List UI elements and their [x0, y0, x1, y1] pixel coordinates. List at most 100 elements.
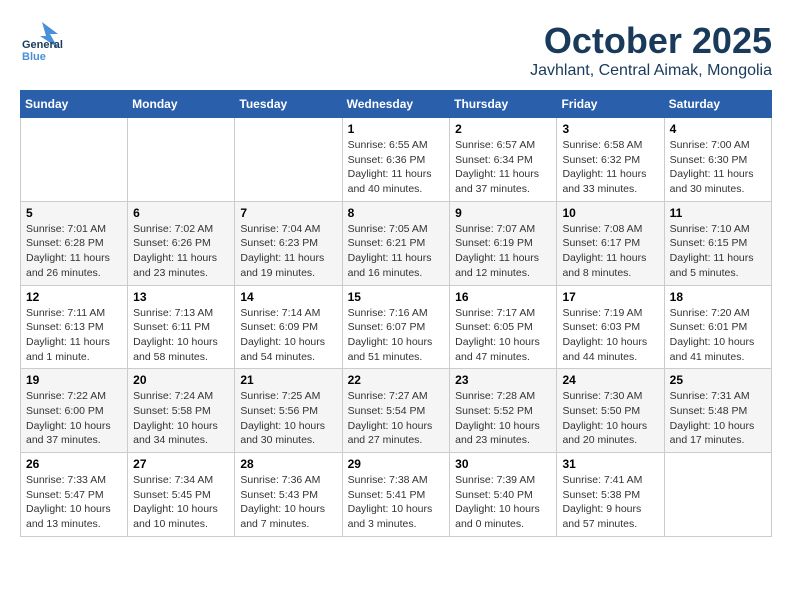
- calendar-cell: 16Sunrise: 7:17 AM Sunset: 6:05 PM Dayli…: [450, 285, 557, 369]
- calendar-cell: 17 Sunrise: 7:19 AM Sunset: 6:03 PM Dayli…: [557, 285, 664, 369]
- day-info: Sunrise: 7:24 AM Sunset: 5:58 PM Dayligh…: [133, 389, 229, 448]
- day-number: 26: [26, 457, 122, 471]
- calendar-cell: 22 Sunrise: 7:27 AM Sunset: 5:54 PM Dayli…: [342, 369, 450, 453]
- calendar-week-2: 5 Sunrise: 7:01 AM Sunset: 6:28 PM Daylig…: [21, 201, 772, 285]
- day-info: Sunrise: 7:17 AM Sunset: 6:05 PM Dayligh…: [455, 306, 551, 365]
- day-number: 17: [562, 290, 658, 304]
- calendar-week-4: 19 Sunrise: 7:22 AM Sunset: 6:00 PM Dayli…: [21, 369, 772, 453]
- day-number: 14: [240, 290, 336, 304]
- day-number: 22: [348, 373, 445, 387]
- weekday-header-wednesday: Wednesday: [342, 91, 450, 118]
- calendar-cell: [235, 118, 342, 202]
- calendar-cell: 14 Sunrise: 7:14 AM Sunset: 6:09 PM Dayli…: [235, 285, 342, 369]
- day-info: Sunrise: 7:30 AM Sunset: 5:50 PM Dayligh…: [562, 389, 658, 448]
- calendar-cell: [21, 118, 128, 202]
- day-number: 23: [455, 373, 551, 387]
- calendar-week-1: 1 Sunrise: 6:55 AM Sunset: 6:36 PM Daylig…: [21, 118, 772, 202]
- calendar-cell: [128, 118, 235, 202]
- day-number: 31: [562, 457, 658, 471]
- calendar-cell: 10Sunrise: 7:08 AM Sunset: 6:17 PM Dayli…: [557, 201, 664, 285]
- day-info: Sunrise: 7:04 AM Sunset: 6:23 PM Dayligh…: [240, 222, 336, 281]
- day-number: 18: [670, 290, 766, 304]
- day-info: Sunrise: 7:01 AM Sunset: 6:28 PM Dayligh…: [26, 222, 122, 281]
- day-info: Sunrise: 7:13 AM Sunset: 6:11 PM Dayligh…: [133, 306, 229, 365]
- calendar-cell: 3Sunrise: 6:58 AM Sunset: 6:32 PM Daylig…: [557, 118, 664, 202]
- day-info: Sunrise: 7:34 AM Sunset: 5:45 PM Dayligh…: [133, 473, 229, 532]
- svg-text:Blue: Blue: [22, 51, 46, 63]
- calendar-cell: 21Sunrise: 7:25 AM Sunset: 5:56 PM Dayli…: [235, 369, 342, 453]
- weekday-header-thursday: Thursday: [450, 91, 557, 118]
- calendar-cell: 2Sunrise: 6:57 AM Sunset: 6:34 PM Daylig…: [450, 118, 557, 202]
- calendar-cell: 31 Sunrise: 7:41 AM Sunset: 5:38 PM Dayli…: [557, 453, 664, 537]
- title-block: October 2025 Javhlant, Central Aimak, Mo…: [530, 20, 772, 80]
- calendar-cell: 12 Sunrise: 7:11 AM Sunset: 6:13 PM Dayli…: [21, 285, 128, 369]
- day-number: 8: [348, 206, 445, 220]
- day-info: Sunrise: 7:19 AM Sunset: 6:03 PM Dayligh…: [562, 306, 658, 365]
- day-info: Sunrise: 7:41 AM Sunset: 5:38 PM Dayligh…: [562, 473, 658, 532]
- svg-text:General: General: [22, 39, 63, 51]
- calendar-cell: 29Sunrise: 7:38 AM Sunset: 5:41 PM Dayli…: [342, 453, 450, 537]
- day-number: 10: [562, 206, 658, 220]
- calendar-cell: 11Sunrise: 7:10 AM Sunset: 6:15 PM Dayli…: [664, 201, 771, 285]
- calendar-cell: 6 Sunrise: 7:02 AM Sunset: 6:26 PM Daylig…: [128, 201, 235, 285]
- calendar-week-3: 12 Sunrise: 7:11 AM Sunset: 6:13 PM Dayli…: [21, 285, 772, 369]
- day-info: Sunrise: 7:27 AM Sunset: 5:54 PM Dayligh…: [348, 389, 445, 448]
- day-info: Sunrise: 6:55 AM Sunset: 6:36 PM Dayligh…: [348, 138, 445, 197]
- day-info: Sunrise: 7:36 AM Sunset: 5:43 PM Dayligh…: [240, 473, 336, 532]
- day-number: 4: [670, 122, 766, 136]
- day-number: 24: [562, 373, 658, 387]
- day-info: Sunrise: 7:20 AM Sunset: 6:01 PM Dayligh…: [670, 306, 766, 365]
- day-number: 3: [562, 122, 658, 136]
- calendar-cell: 25Sunrise: 7:31 AM Sunset: 5:48 PM Dayli…: [664, 369, 771, 453]
- day-info: Sunrise: 7:28 AM Sunset: 5:52 PM Dayligh…: [455, 389, 551, 448]
- calendar-cell: [664, 453, 771, 537]
- calendar-cell: 1 Sunrise: 6:55 AM Sunset: 6:36 PM Daylig…: [342, 118, 450, 202]
- location-title: Javhlant, Central Aimak, Mongolia: [530, 62, 772, 80]
- calendar-cell: 23 Sunrise: 7:28 AM Sunset: 5:52 PM Dayli…: [450, 369, 557, 453]
- day-info: Sunrise: 7:02 AM Sunset: 6:26 PM Dayligh…: [133, 222, 229, 281]
- day-info: Sunrise: 7:07 AM Sunset: 6:19 PM Dayligh…: [455, 222, 551, 281]
- calendar-cell: 7 Sunrise: 7:04 AM Sunset: 6:23 PM Daylig…: [235, 201, 342, 285]
- day-info: Sunrise: 7:25 AM Sunset: 5:56 PM Dayligh…: [240, 389, 336, 448]
- weekday-header-monday: Monday: [128, 91, 235, 118]
- day-info: Sunrise: 7:00 AM Sunset: 6:30 PM Dayligh…: [670, 138, 766, 197]
- day-number: 19: [26, 373, 122, 387]
- calendar-cell: 18 Sunrise: 7:20 AM Sunset: 6:01 PM Dayli…: [664, 285, 771, 369]
- day-number: 29: [348, 457, 445, 471]
- page-header: General Blue October 2025 Javhlant, Cent…: [20, 20, 772, 80]
- calendar-table: SundayMondayTuesdayWednesdayThursdayFrid…: [20, 90, 772, 537]
- logo: General Blue: [20, 20, 64, 64]
- calendar-cell: 20 Sunrise: 7:24 AM Sunset: 5:58 PM Dayli…: [128, 369, 235, 453]
- day-number: 28: [240, 457, 336, 471]
- day-number: 6: [133, 206, 229, 220]
- day-number: 7: [240, 206, 336, 220]
- day-info: Sunrise: 7:05 AM Sunset: 6:21 PM Dayligh…: [348, 222, 445, 281]
- day-number: 27: [133, 457, 229, 471]
- calendar-cell: 26 Sunrise: 7:33 AM Sunset: 5:47 PM Dayli…: [21, 453, 128, 537]
- day-info: Sunrise: 7:16 AM Sunset: 6:07 PM Dayligh…: [348, 306, 445, 365]
- calendar-week-5: 26 Sunrise: 7:33 AM Sunset: 5:47 PM Dayli…: [21, 453, 772, 537]
- day-number: 12: [26, 290, 122, 304]
- calendar-cell: 27 Sunrise: 7:34 AM Sunset: 5:45 PM Dayli…: [128, 453, 235, 537]
- day-info: Sunrise: 7:22 AM Sunset: 6:00 PM Dayligh…: [26, 389, 122, 448]
- day-info: Sunrise: 7:14 AM Sunset: 6:09 PM Dayligh…: [240, 306, 336, 365]
- weekday-header-tuesday: Tuesday: [235, 91, 342, 118]
- calendar-cell: 9Sunrise: 7:07 AM Sunset: 6:19 PM Daylig…: [450, 201, 557, 285]
- day-number: 25: [670, 373, 766, 387]
- month-title: October 2025: [530, 20, 772, 62]
- day-info: Sunrise: 7:33 AM Sunset: 5:47 PM Dayligh…: [26, 473, 122, 532]
- calendar-cell: 24 Sunrise: 7:30 AM Sunset: 5:50 PM Dayli…: [557, 369, 664, 453]
- day-info: Sunrise: 7:11 AM Sunset: 6:13 PM Dayligh…: [26, 306, 122, 365]
- day-number: 15: [348, 290, 445, 304]
- calendar-cell: 15 Sunrise: 7:16 AM Sunset: 6:07 PM Dayli…: [342, 285, 450, 369]
- calendar-cell: 5 Sunrise: 7:01 AM Sunset: 6:28 PM Daylig…: [21, 201, 128, 285]
- day-number: 13: [133, 290, 229, 304]
- day-number: 1: [348, 122, 445, 136]
- weekday-header-sunday: Sunday: [21, 91, 128, 118]
- day-info: Sunrise: 7:39 AM Sunset: 5:40 PM Dayligh…: [455, 473, 551, 532]
- day-number: 5: [26, 206, 122, 220]
- weekday-header-row: SundayMondayTuesdayWednesdayThursdayFrid…: [21, 91, 772, 118]
- calendar-cell: 4 Sunrise: 7:00 AM Sunset: 6:30 PM Daylig…: [664, 118, 771, 202]
- calendar-cell: 28 Sunrise: 7:36 AM Sunset: 5:43 PM Dayli…: [235, 453, 342, 537]
- day-number: 20: [133, 373, 229, 387]
